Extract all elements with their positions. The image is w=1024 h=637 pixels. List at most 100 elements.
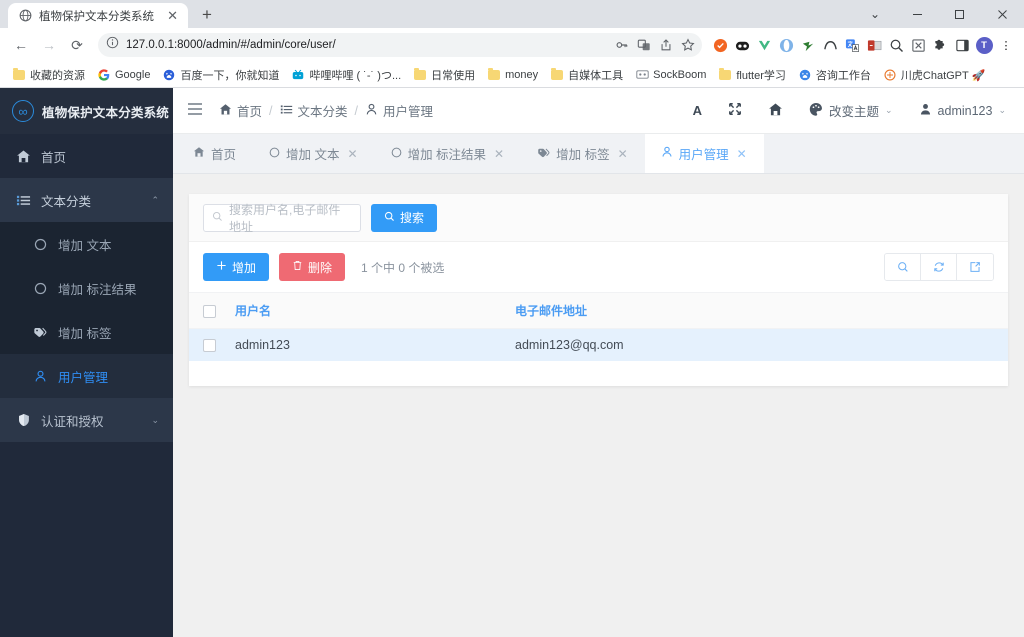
share-icon[interactable] bbox=[656, 35, 676, 55]
cell-username[interactable]: admin123 bbox=[235, 329, 515, 362]
orange-circle-ext-icon[interactable] bbox=[710, 35, 730, 55]
x-box-ext-icon[interactable] bbox=[908, 35, 928, 55]
delete-button[interactable]: 删除 bbox=[279, 253, 346, 281]
search-row: 搜索用户名,电子邮件地址 搜索 bbox=[189, 194, 1008, 242]
font-size-icon[interactable]: A bbox=[693, 103, 702, 118]
select-all-cell[interactable] bbox=[189, 293, 235, 329]
bookmark-item[interactable]: 百度一下，你就知道 bbox=[156, 65, 285, 85]
bookmark-item[interactable]: 自媒体工具 bbox=[544, 65, 629, 85]
tag-icon bbox=[32, 325, 48, 339]
row-select-cell[interactable] bbox=[189, 329, 235, 362]
sidebar-item-add-annotation[interactable]: 增加 标注结果 bbox=[0, 266, 173, 310]
page-tab-add-tag[interactable]: 增加 标签 ✕ bbox=[521, 134, 645, 173]
refresh-icon[interactable] bbox=[921, 254, 957, 280]
vue-ext-icon[interactable] bbox=[754, 35, 774, 55]
close-icon[interactable]: ✕ bbox=[494, 147, 504, 161]
sidebar-item-label: 用户管理 bbox=[58, 370, 109, 385]
sidebar-item-home[interactable]: 首页 bbox=[0, 134, 173, 178]
menu-icon[interactable] bbox=[187, 102, 203, 119]
sidebar-item-add-tag[interactable]: 增加 标签 bbox=[0, 310, 173, 354]
sidebar-item-add-text[interactable]: 增加 文本 bbox=[0, 222, 173, 266]
google-translate-ext-icon[interactable] bbox=[842, 35, 862, 55]
minimize-button[interactable] bbox=[896, 0, 938, 28]
plus-icon bbox=[216, 260, 227, 274]
tabstrip: 植物保护文本分类系统 ✕ + bbox=[0, 0, 220, 28]
green-arrow-ext-icon[interactable] bbox=[798, 35, 818, 55]
header-actions: A 改变主题 ⌄ admin123 ⌄ bbox=[693, 101, 1006, 120]
info-icon[interactable] bbox=[106, 36, 119, 54]
sidebar-item-label: 首页 bbox=[41, 150, 67, 165]
breadcrumb-item-text-classification[interactable]: 文本分类 bbox=[298, 101, 348, 120]
forward-icon[interactable]: → bbox=[36, 32, 62, 58]
star-icon[interactable] bbox=[678, 35, 698, 55]
export-icon[interactable] bbox=[957, 254, 993, 280]
page-tab-add-text[interactable]: 增加 文本 ✕ bbox=[253, 134, 375, 173]
sidepanel-ext-icon[interactable] bbox=[952, 35, 972, 55]
fullscreen-icon[interactable] bbox=[728, 102, 742, 119]
column-header-username[interactable]: 用户名 bbox=[235, 293, 515, 329]
sidebar-item-label: 文本分类 bbox=[41, 194, 92, 209]
add-button[interactable]: 增加 bbox=[203, 253, 270, 281]
panda-ext-icon[interactable] bbox=[732, 35, 752, 55]
new-tab-button[interactable]: + bbox=[194, 2, 220, 28]
search-input[interactable]: 搜索用户名,电子邮件地址 bbox=[203, 203, 361, 234]
bookmark-item[interactable]: flutter学习 bbox=[712, 65, 792, 85]
close-icon[interactable]: ✕ bbox=[348, 147, 358, 161]
maximize-button[interactable] bbox=[938, 0, 980, 28]
page-tab-add-annotation[interactable]: 增加 标注结果 ✕ bbox=[375, 134, 522, 173]
magnifier-ext-icon[interactable] bbox=[886, 35, 906, 55]
close-icon[interactable]: ✕ bbox=[618, 147, 628, 161]
breadcrumb-separator: / bbox=[354, 103, 358, 118]
bookmark-item[interactable]: 日常使用 bbox=[407, 65, 481, 85]
page-tab-label: 增加 标注结果 bbox=[407, 148, 487, 162]
user-menu[interactable]: admin123 ⌄ bbox=[919, 103, 1006, 119]
column-header-email[interactable]: 电子邮件地址 bbox=[515, 293, 1008, 329]
tag-icon bbox=[537, 146, 550, 162]
search-button[interactable]: 搜索 bbox=[371, 203, 438, 232]
bookmark-item[interactable]: SockBoom bbox=[629, 66, 712, 84]
theme-switcher[interactable]: 改变主题 ⌄ bbox=[809, 101, 893, 120]
chrome-menu-icon[interactable]: ⋮ bbox=[996, 35, 1016, 55]
list-icon bbox=[16, 193, 31, 208]
bookmark-label: 百度一下，你就知道 bbox=[180, 69, 280, 82]
arc-ext-icon[interactable] bbox=[820, 35, 840, 55]
back-icon[interactable]: ← bbox=[8, 32, 34, 58]
page-tab-home[interactable]: 首页 bbox=[177, 134, 253, 173]
profile-avatar[interactable]: T bbox=[974, 35, 994, 55]
opera-ext-icon[interactable] bbox=[776, 35, 796, 55]
bookmark-item[interactable]: money bbox=[481, 66, 544, 84]
table-row[interactable]: admin123 admin123@qq.com bbox=[189, 328, 1008, 362]
browser-tab[interactable]: 植物保护文本分类系统 ✕ bbox=[8, 3, 188, 28]
select-all-checkbox[interactable] bbox=[203, 304, 216, 318]
puzzle-ext-icon[interactable] bbox=[930, 35, 950, 55]
breadcrumb-separator: / bbox=[269, 103, 273, 118]
close-icon[interactable]: ✕ bbox=[737, 147, 747, 161]
reload-icon[interactable]: ⟳ bbox=[64, 32, 90, 58]
home-icon[interactable] bbox=[768, 102, 783, 120]
close-window-button[interactable] bbox=[980, 0, 1024, 28]
search-button-label: 搜索 bbox=[400, 211, 425, 225]
bookmark-item[interactable]: 收藏的资源 bbox=[6, 65, 91, 85]
address-bar[interactable]: 127.0.0.1:8000/admin/#/admin/core/user/ bbox=[98, 33, 702, 57]
avatar: T bbox=[975, 36, 993, 54]
bookmark-item[interactable]: 哔哩哔哩 ( ˙-˙ )つ... bbox=[285, 65, 407, 85]
search-icon[interactable] bbox=[885, 254, 921, 280]
bookmark-item[interactable]: 川虎ChatGPT 🚀 bbox=[877, 65, 991, 85]
browser-navbar: ← → ⟳ 127.0.0.1:8000/admin/#/admin/core/… bbox=[0, 28, 1024, 62]
key-icon[interactable] bbox=[612, 35, 632, 55]
tab-search-icon[interactable]: ⌄ bbox=[854, 0, 896, 28]
breadcrumb-item-user-management[interactable]: 用户管理 bbox=[383, 101, 433, 120]
sidebar-group-text-classification[interactable]: 文本分类 ⌃ bbox=[0, 178, 173, 222]
google-icon bbox=[97, 68, 111, 82]
outlook-ext-icon[interactable] bbox=[864, 35, 884, 55]
translate-icon[interactable] bbox=[634, 35, 654, 55]
row-checkbox[interactable] bbox=[203, 339, 216, 353]
sidebar-group-auth[interactable]: 认证和授权 ⌄ bbox=[0, 398, 173, 442]
bookmark-item[interactable]: 咨询工作台 bbox=[792, 65, 877, 85]
close-icon[interactable]: ✕ bbox=[165, 9, 180, 22]
sidebar-item-user-management[interactable]: 用户管理 bbox=[0, 354, 173, 398]
circle-icon bbox=[269, 147, 280, 161]
page-tab-user-management[interactable]: 用户管理 ✕ bbox=[644, 134, 764, 173]
bookmark-item[interactable]: Google bbox=[91, 66, 156, 84]
breadcrumb-item-home[interactable]: 首页 bbox=[237, 101, 262, 120]
